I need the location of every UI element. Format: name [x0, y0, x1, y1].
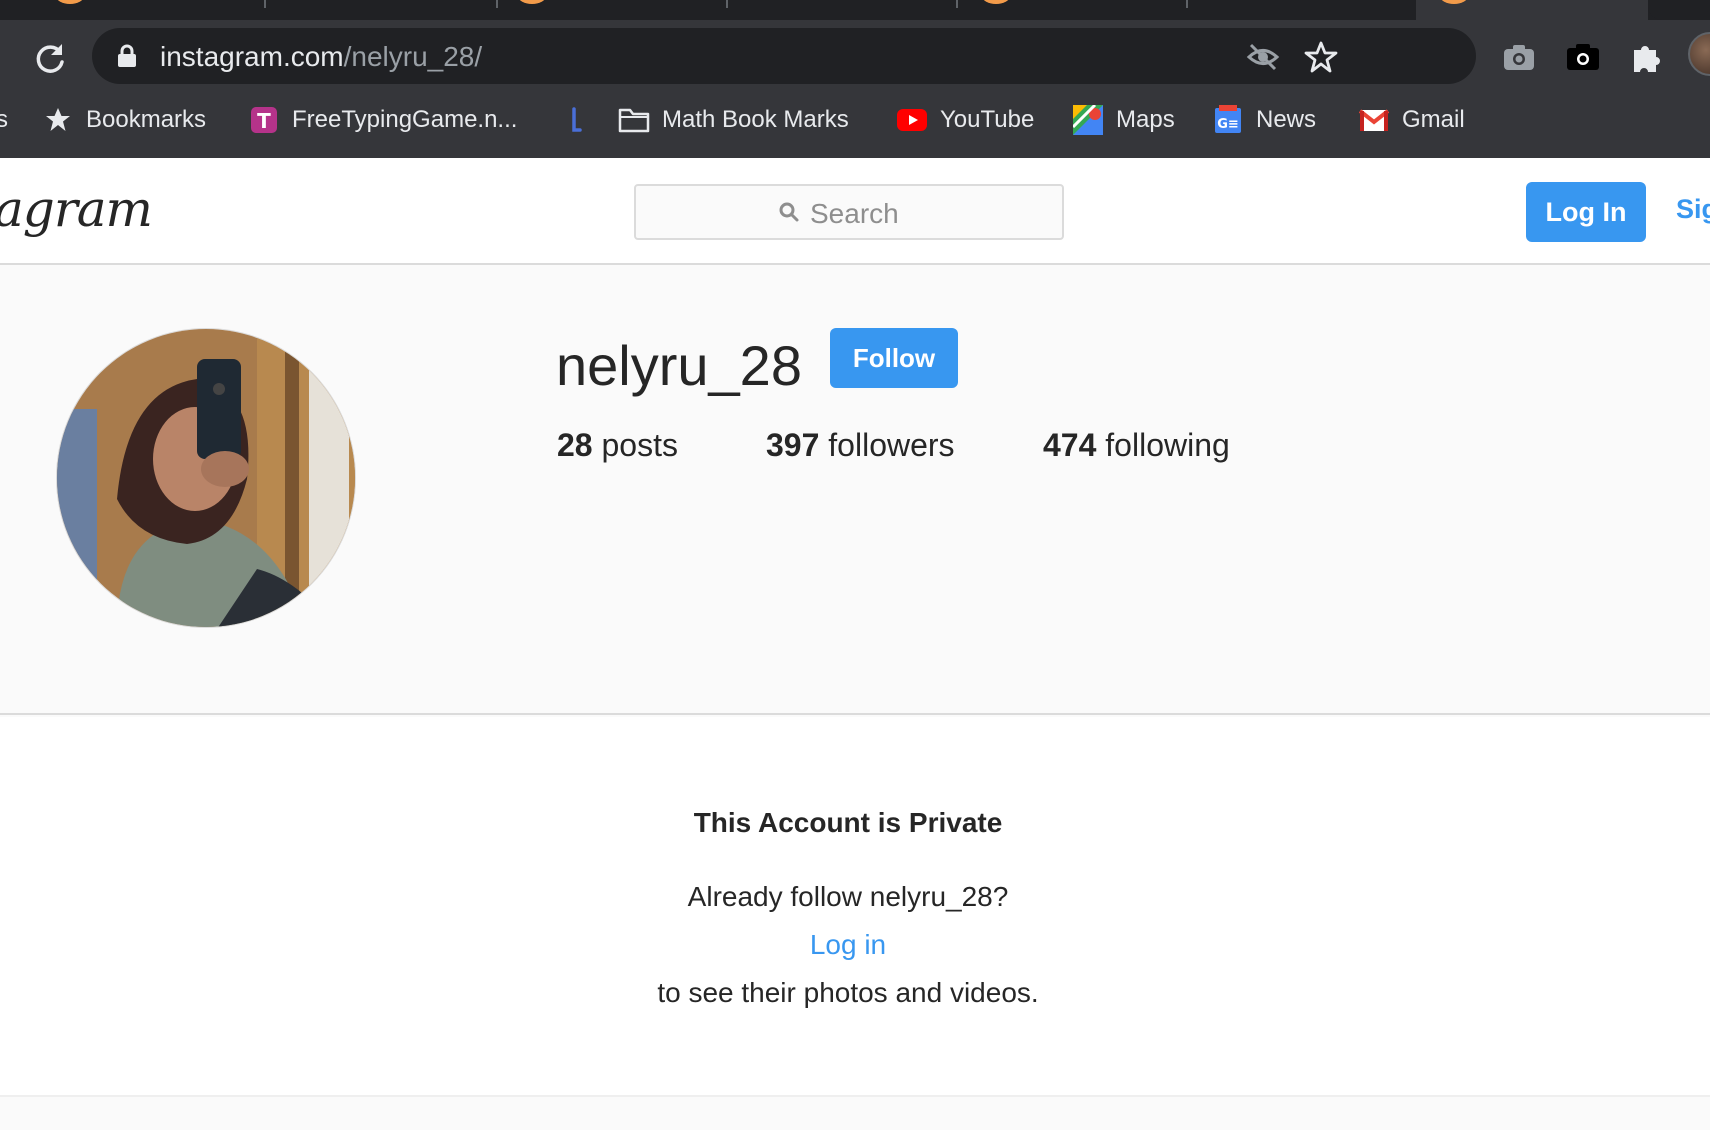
bookmarks-bar: s Bookmarks T FreeTypingGame.n... Math B… — [0, 96, 1710, 144]
follow-button[interactable]: Follow — [830, 328, 958, 388]
followers-stat[interactable]: 397 followers — [766, 427, 955, 464]
news-icon: G≡ — [1212, 104, 1244, 136]
see-photos-text: to see their photos and videos. — [657, 977, 1039, 1008]
url-path: /nelyru_28/ — [343, 41, 483, 72]
profile-picture — [56, 328, 356, 628]
profile-username: nelyru_28 — [556, 334, 802, 397]
folder-icon — [618, 104, 650, 136]
tab-separator — [1186, 0, 1188, 8]
camera-outline-icon[interactable] — [1500, 38, 1538, 76]
tab-favicon — [1440, 0, 1468, 4]
followers-count: 397 — [766, 427, 820, 463]
star-icon — [42, 104, 74, 136]
private-title: This Account is Private — [693, 807, 1003, 838]
eye-off-icon[interactable] — [1246, 40, 1280, 74]
login-link-line: Log in — [0, 929, 1696, 961]
svg-text:T: T — [257, 109, 271, 133]
bookmark-freetypinggame[interactable]: T FreeTypingGame.n... — [248, 96, 517, 144]
search-icon — [778, 198, 800, 230]
tab-favicon[interactable] — [982, 0, 1010, 4]
tab-favicon[interactable] — [518, 0, 546, 4]
lock-icon[interactable] — [116, 44, 138, 68]
address-bar[interactable]: instagram.com/nelyru_28/ — [92, 28, 1476, 84]
login-button[interactable]: Log In — [1526, 182, 1646, 242]
private-account-notice: This Account is Private Already follow n… — [0, 717, 1710, 1097]
followers-label: followers — [828, 427, 955, 463]
search-placeholder-group: Search — [778, 198, 899, 230]
following-label: following — [1105, 427, 1230, 463]
bookmark-label: Math Book Marks — [662, 106, 849, 133]
search-placeholder: Search — [810, 198, 899, 229]
following-stat[interactable]: 474 following — [1043, 427, 1230, 464]
bookmark-bracket[interactable] — [560, 96, 592, 144]
login-link[interactable]: Log in — [810, 929, 886, 960]
extensions-puzzle-icon[interactable] — [1628, 38, 1666, 76]
instagram-header: agram Search Log In Sig — [0, 158, 1710, 265]
bookmark-truncated[interactable]: s — [0, 96, 8, 144]
posts-label: posts — [601, 427, 678, 463]
already-follow-text: Already follow nelyru_28? — [687, 881, 1009, 912]
posts-count: 28 — [557, 427, 593, 463]
profile-avatar[interactable] — [1688, 32, 1710, 76]
bookmark-bookmarks[interactable]: Bookmarks — [42, 96, 206, 144]
bookmark-star-icon[interactable] — [1304, 40, 1338, 74]
maps-icon — [1072, 104, 1104, 136]
bookmark-label: FreeTypingGame.n... — [292, 106, 518, 133]
instagram-logo[interactable]: agram — [0, 180, 153, 238]
bookmark-math-book-marks[interactable]: Math Book Marks — [618, 96, 849, 144]
tab-separator — [496, 0, 498, 8]
bookmark-label: YouTube — [940, 106, 1035, 133]
signup-link[interactable]: Sig — [1676, 194, 1710, 225]
profile-section: nelyru_28 Follow 28 posts 397 followers … — [0, 265, 1710, 715]
bookmark-maps[interactable]: Maps — [1072, 96, 1175, 144]
gmail-icon — [1358, 104, 1390, 136]
bookmark-label: News — [1256, 106, 1317, 133]
bracket-favicon-icon — [560, 104, 592, 136]
bookmark-label: s — [0, 106, 8, 133]
svg-text:G≡: G≡ — [1217, 117, 1239, 132]
bookmark-news[interactable]: G≡ News — [1212, 96, 1316, 144]
search-input[interactable]: Search — [634, 184, 1064, 240]
url-domain: instagram.com — [160, 41, 344, 72]
bookmark-gmail[interactable]: Gmail — [1358, 96, 1465, 144]
bookmark-label: Maps — [1116, 106, 1175, 133]
bookmark-label: Gmail — [1402, 106, 1465, 133]
browser-chrome: instagram.com/nelyru_28/ s Bookmarks T F… — [0, 0, 1710, 158]
tab-favicon[interactable] — [56, 0, 84, 4]
tab-strip-end — [1648, 0, 1710, 20]
tab-separator — [956, 0, 958, 8]
camera-icon[interactable] — [1564, 38, 1602, 76]
t-favicon-icon: T — [248, 104, 280, 136]
bookmark-youtube[interactable]: YouTube — [896, 96, 1034, 144]
following-count: 474 — [1043, 427, 1097, 463]
tab-separator — [726, 0, 728, 8]
reload-icon[interactable] — [30, 38, 70, 78]
url-text[interactable]: instagram.com/nelyru_28/ — [160, 41, 482, 73]
bookmark-label: Bookmarks — [86, 106, 207, 133]
active-tab[interactable] — [1416, 0, 1648, 20]
youtube-icon — [896, 104, 928, 136]
tab-strip — [0, 0, 1710, 20]
tab-separator — [264, 0, 266, 8]
posts-stat[interactable]: 28 posts — [557, 427, 678, 464]
